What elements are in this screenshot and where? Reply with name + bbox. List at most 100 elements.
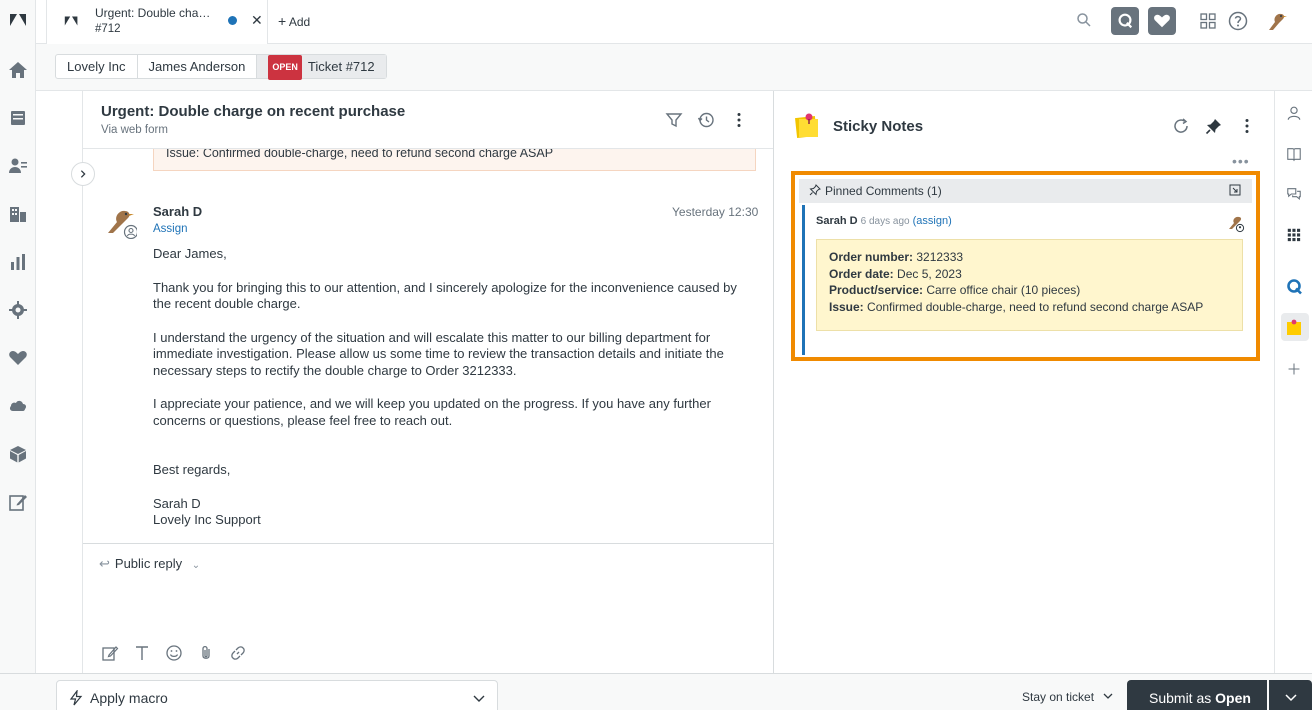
- note-issue: Issue: Confirmed double-charge, need to …: [829, 299, 1204, 314]
- sticky-notes-title: Sticky Notes: [833, 118, 924, 135]
- chevron-down-icon: [1103, 693, 1113, 699]
- breadcrumb: Lovely Inc James Anderson OPEN Ticket #71…: [55, 54, 387, 80]
- status-badge: OPEN: [268, 55, 302, 80]
- plus-icon: +: [278, 13, 287, 29]
- assign-link[interactable]: Assign: [153, 223, 188, 235]
- message-author[interactable]: Sarah D: [153, 204, 202, 219]
- chevron-down-icon: [473, 695, 485, 702]
- reply-composer[interactable]: ↩ Public reply ⌄: [83, 543, 773, 673]
- pinned-comments-header: Pinned Comments (1): [799, 179, 1252, 203]
- signature-team: Lovely Inc Support: [153, 512, 261, 527]
- customers-icon[interactable]: [7, 155, 29, 177]
- compose-icon[interactable]: [101, 644, 119, 662]
- user-icon[interactable]: [1284, 103, 1304, 123]
- breadcrumb-organization[interactable]: Lovely Inc: [56, 55, 138, 78]
- apply-macro-label: Apply macro: [90, 690, 168, 706]
- submit-label: Submit as Open: [1149, 690, 1251, 706]
- commenter-avatar-icon: [1229, 216, 1245, 233]
- breadcrumb-bar: Lovely Inc James Anderson OPEN Ticket #71…: [36, 44, 1312, 91]
- pinned-comment-time: 6 days ago: [860, 216, 910, 227]
- message-paragraph: Thank you for bringing this to our atten…: [153, 279, 737, 312]
- note-product: Product/service: Carre office chair (10 …: [829, 283, 1081, 297]
- submit-button[interactable]: Submit as Open: [1127, 680, 1267, 710]
- attachment-icon[interactable]: [197, 644, 215, 662]
- breadcrumb-ticket[interactable]: OPEN Ticket #712: [257, 55, 386, 80]
- ticket-title: Urgent: Double charge on recent purchase: [101, 103, 406, 120]
- unsaved-dot: [228, 16, 237, 25]
- add-tab-button[interactable]: + Add: [278, 13, 310, 29]
- ticket-channel: Via web form: [101, 124, 168, 136]
- edit-icon[interactable]: [7, 491, 29, 513]
- reply-type-label: Public reply: [114, 556, 183, 571]
- products-grid-icon[interactable]: [1200, 13, 1216, 29]
- pinned-comment-author: Sarah D: [816, 215, 858, 227]
- q-app-topbar-icon[interactable]: [1111, 7, 1139, 35]
- box-icon[interactable]: [7, 443, 29, 465]
- pinned-comment-meta: Sarah D 6 days ago (assign): [816, 215, 952, 227]
- reply-arrow-icon: ↩: [99, 556, 110, 571]
- ticket-tab[interactable]: Urgent: Double charge on recent purchase…: [46, 0, 268, 44]
- organizations-icon[interactable]: [7, 203, 29, 225]
- close-tab-icon[interactable]: ✕: [251, 12, 263, 29]
- knowledge-book-icon[interactable]: [1284, 144, 1304, 164]
- message-timestamp: Yesterday 12:30: [672, 205, 759, 219]
- sticky-notes-pane: Sticky Notes ••• Pinned Comments (1) Sar…: [775, 91, 1274, 673]
- reply-type-selector[interactable]: ↩ Public reply ⌄: [99, 556, 200, 572]
- message-greeting: Dear James,: [153, 246, 227, 261]
- breadcrumb-ticket-label: Ticket #712: [307, 59, 375, 74]
- reporting-icon[interactable]: [7, 251, 29, 273]
- text-format-icon[interactable]: [133, 644, 151, 662]
- heart-topbar-icon[interactable]: [1148, 7, 1176, 35]
- pinned-comment: Sarah D 6 days ago (assign) Order number…: [802, 205, 1252, 355]
- filter-icon[interactable]: [665, 111, 683, 129]
- heart-handshake-icon[interactable]: [7, 347, 29, 369]
- more-options-icon[interactable]: [730, 111, 748, 129]
- views-icon[interactable]: [7, 107, 29, 129]
- refresh-icon[interactable]: [1172, 117, 1190, 135]
- bottom-action-bar: Apply macro Stay on ticket Submit as Ope…: [0, 673, 1312, 710]
- conversation-header: Urgent: Double charge on recent purchase…: [83, 91, 773, 149]
- zendesk-logo-icon[interactable]: [7, 9, 29, 31]
- user-avatar-icon[interactable]: [1263, 8, 1289, 34]
- message-closing: Best regards,: [153, 462, 231, 477]
- sticky-notes-icon[interactable]: [1284, 317, 1304, 337]
- expand-icon[interactable]: [1229, 184, 1241, 196]
- more-options-icon[interactable]: [1238, 117, 1256, 135]
- composer-toolbar: [101, 644, 247, 662]
- breadcrumb-requester[interactable]: James Anderson: [138, 55, 258, 78]
- signature-name: Sarah D: [153, 495, 201, 511]
- history-icon[interactable]: [697, 111, 715, 129]
- ticket-tab-number: #712: [95, 23, 121, 35]
- chevron-down-icon: [1285, 694, 1297, 702]
- admin-icon[interactable]: [7, 299, 29, 321]
- plus-icon[interactable]: [1284, 359, 1304, 379]
- expand-context-button[interactable]: [71, 162, 95, 186]
- q-app-icon[interactable]: [1284, 277, 1304, 297]
- apps-grid-icon[interactable]: [1284, 225, 1304, 245]
- cloud-icon[interactable]: [7, 395, 29, 417]
- pinned-comments-label: Pinned Comments (1): [825, 184, 942, 198]
- stay-on-ticket-dropdown[interactable]: Stay on ticket: [1022, 690, 1113, 704]
- chevron-down-icon: ⌄: [191, 560, 201, 571]
- apply-macro-dropdown[interactable]: Apply macro: [56, 680, 498, 710]
- search-icon[interactable]: [1076, 12, 1092, 28]
- note-order-number: Order number: 3212333: [829, 250, 964, 264]
- pin-icon[interactable]: [1205, 117, 1223, 135]
- pinned-comment-assign-link[interactable]: (assign): [913, 215, 952, 227]
- stay-on-ticket-label: Stay on ticket: [1022, 690, 1095, 704]
- help-icon[interactable]: [1228, 11, 1248, 31]
- ticket-tab-title: Urgent: Double charge on recent purchase: [95, 6, 213, 20]
- agent-avatar-icon: [108, 210, 137, 239]
- link-icon[interactable]: [229, 644, 247, 662]
- pinned-comments-section: Pinned Comments (1) Sarah D 6 days ago (…: [791, 171, 1260, 361]
- conversation-pane: Issue: Confirmed double-charge, need to …: [82, 91, 774, 673]
- chat-icon[interactable]: [1284, 184, 1304, 204]
- more-horizontal-icon[interactable]: •••: [1232, 153, 1250, 169]
- emoji-icon[interactable]: [165, 644, 183, 662]
- pinned-comment-note: Order number: 3212333 Order date: Dec 5,…: [816, 239, 1243, 331]
- lightning-icon: [69, 690, 83, 706]
- sticky-notes-logo-icon: [795, 113, 818, 138]
- left-navigation: [0, 0, 36, 710]
- home-icon[interactable]: [7, 59, 29, 81]
- submit-options-button[interactable]: [1269, 680, 1312, 710]
